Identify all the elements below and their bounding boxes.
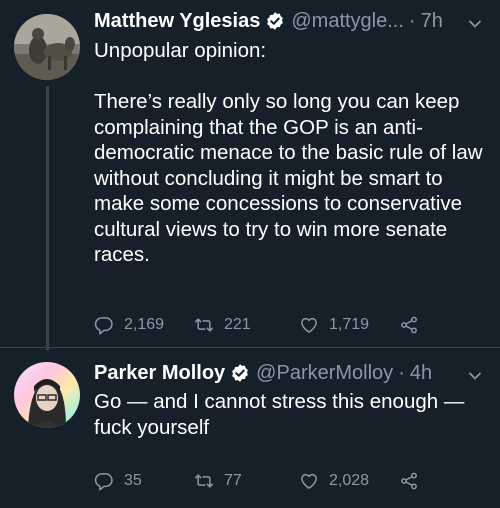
share-button[interactable] (399, 469, 419, 493)
like-icon (301, 473, 317, 489)
tweet-1[interactable]: Matthew Yglesias @mattygle... · 7h Unpop… (0, 0, 500, 350)
separator: · (408, 9, 416, 32)
reply-icon (94, 317, 113, 335)
tweet-actions: 2,169 221 1,719 (94, 313, 424, 337)
like-count: 2,028 (329, 472, 370, 489)
retweet-count: 221 (224, 316, 251, 333)
share-icon (401, 316, 417, 334)
separator: · (398, 361, 405, 384)
verified-badge-icon (267, 12, 284, 30)
tweet-header: Matthew Yglesias @mattygle... · 7h (94, 7, 443, 35)
like-count: 1,719 (329, 316, 370, 333)
reply-button[interactable]: 2,169 (94, 313, 164, 337)
tweet-text: Unpopular opinion: There’s really only s… (94, 39, 483, 266)
tweet-2[interactable]: Parker Molloy @ParkerMolloy · 4h Go — an… (0, 348, 500, 508)
retweet-icon (194, 318, 214, 332)
share-button[interactable] (399, 313, 419, 337)
avatar-image (14, 362, 80, 428)
tweet-text: Go — and I cannot stress this enough — f… (94, 390, 465, 439)
author-name[interactable]: Parker Molloy (94, 362, 225, 385)
reply-count: 35 (124, 472, 142, 489)
chevron-down-icon[interactable] (468, 369, 482, 383)
author-name[interactable]: Matthew Yglesias (94, 10, 260, 33)
reply-button[interactable]: 35 (94, 469, 142, 493)
reply-count: 2,169 (124, 316, 165, 333)
retweet-count: 77 (224, 472, 242, 489)
avatar-parker-molloy[interactable] (14, 362, 80, 428)
chevron-down-icon[interactable] (468, 17, 482, 31)
retweet-button[interactable]: 77 (194, 469, 242, 493)
like-button[interactable]: 1,719 (299, 313, 369, 337)
tweet-actions: 35 77 2,028 (94, 469, 424, 493)
author-handle[interactable]: @ParkerMolloy (256, 362, 393, 385)
retweet-icon (194, 474, 214, 488)
like-button[interactable]: 2,028 (299, 469, 369, 493)
share-icon (401, 472, 417, 490)
author-handle[interactable]: @mattygle... (291, 10, 404, 33)
reply-icon (94, 473, 113, 491)
avatar-matthew-yglesias[interactable] (14, 14, 80, 80)
retweet-button[interactable]: 221 (194, 313, 251, 337)
tweet-header: Parker Molloy @ParkerMolloy · 4h (94, 359, 432, 387)
verified-badge-icon (232, 364, 249, 382)
timestamp[interactable]: 4h (410, 362, 432, 385)
like-icon (301, 317, 317, 333)
avatar-image (14, 14, 80, 80)
thread-line (46, 86, 49, 350)
timestamp[interactable]: 7h (421, 10, 443, 33)
